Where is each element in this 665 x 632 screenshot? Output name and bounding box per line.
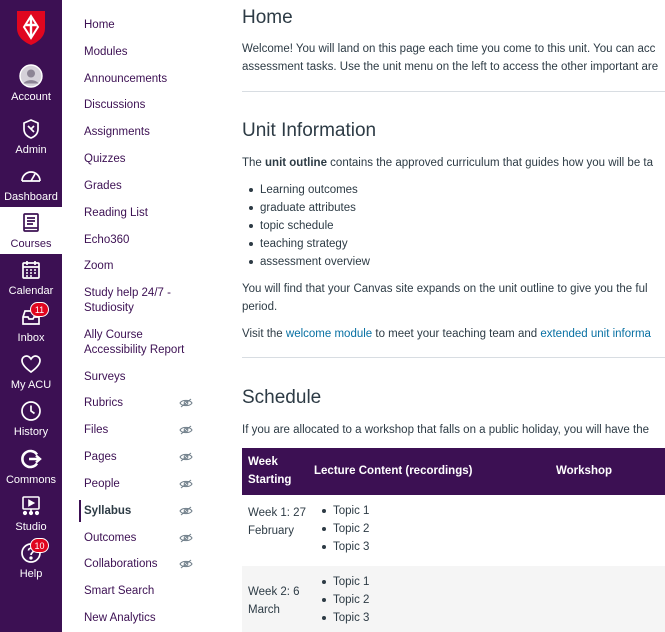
nav-label-account: Account [11,91,51,103]
account-icon [19,64,43,88]
course-nav-assignments[interactable]: Assignments [84,125,204,140]
expands-text-line-2: period. [242,301,278,313]
course-nav-home[interactable]: Home [84,18,204,33]
course-nav-smart-search[interactable]: Smart Search [84,584,204,599]
table-row: Week 2: 6 March Topic 1 Topic 2 Topic 3 [242,566,665,632]
global-navigation: Account Admin Dashboard Courses Calendar… [0,0,62,632]
eye-hidden-icon [179,398,193,408]
help-badge: 10 [30,538,49,553]
nav-label-admin: Admin [15,144,47,156]
outline-list: Learning outcomes graduate attributes to… [247,181,370,271]
acu-logo-icon[interactable] [14,8,48,46]
list-item: Learning outcomes [247,181,370,199]
course-nav-echo360[interactable]: Echo360 [84,233,204,248]
course-nav-reading-list[interactable]: Reading List [84,206,204,221]
nav-label-courses: Courses [10,238,52,250]
welcome-text-line-2: assessment tasks. Use the unit menu on t… [242,61,659,73]
nav-label-help: Help [19,568,43,580]
history-clock-icon [21,401,41,421]
page-content: Home Welcome! You will land on this page… [242,0,665,632]
course-nav-studiosity[interactable]: Study help 24/7 - Studiosity [84,286,184,316]
nav-dashboard[interactable]: Dashboard [0,160,62,207]
course-nav-grades[interactable]: Grades [84,179,204,194]
column-header-week: Week Starting [248,456,292,486]
unit-outline-bold: unit outline [265,157,327,169]
welcome-module-link[interactable]: welcome module [286,328,372,340]
courses-book-icon [23,213,39,232]
course-nav-discussions[interactable]: Discussions [84,98,204,113]
course-nav-zoom[interactable]: Zoom [84,259,204,274]
studio-icon [22,496,40,516]
eye-hidden-icon [179,506,193,516]
topic-item: Topic 2 [319,520,369,538]
page-title: Home [242,7,293,28]
dashboard-icon [21,171,41,182]
section-divider [242,357,665,358]
admin-shield-icon [23,119,39,139]
commons-icon [21,449,42,469]
extended-unit-information-link[interactable]: extended unit informa [540,328,651,340]
week-cell: Week 1: 27 February [248,507,306,537]
nav-label-studio: Studio [15,521,47,533]
nav-label-history: History [13,426,49,438]
topic-item: Topic 1 [319,573,369,591]
nav-inbox[interactable]: 11 Inbox [0,301,62,348]
nav-my-acu[interactable]: My ACU [0,348,62,395]
course-nav-announcements[interactable]: Announcements [84,72,204,87]
course-nav-quizzes[interactable]: Quizzes [84,152,204,167]
topic-item: Topic 3 [319,609,369,627]
nav-courses[interactable]: Courses [0,207,62,254]
nav-studio[interactable]: Studio [0,490,62,537]
nav-label-inbox: Inbox [17,332,45,344]
topic-item: Topic 1 [319,502,369,520]
nav-label-my-acu: My ACU [10,379,52,391]
eye-hidden-icon [179,452,193,462]
nav-admin[interactable]: Admin [0,113,62,160]
inbox-unread-badge: 11 [30,302,49,317]
topic-item: Topic 2 [319,591,369,609]
nav-help[interactable]: 10 Help [0,537,62,584]
topic-list: Topic 1 Topic 2 Topic 3 [319,502,369,556]
list-item: teaching strategy [247,235,370,253]
course-nav-surveys[interactable]: Surveys [84,370,204,385]
course-navigation: Home Modules Announcements Discussions A… [62,0,208,632]
eye-hidden-icon [179,425,193,435]
nav-label-calendar: Calendar [8,285,54,297]
nav-calendar[interactable]: Calendar [0,254,62,301]
nav-label-dashboard: Dashboard [4,191,58,203]
nav-account[interactable]: Account [0,60,62,107]
unit-outline-text: The unit outline contains the approved c… [242,157,653,169]
active-item-indicator [79,500,81,522]
expands-text-line-1: You will find that your Canvas site expa… [242,283,648,295]
week-cell: Week 2: 6 March [248,586,300,616]
nav-history[interactable]: History [0,395,62,442]
topic-list: Topic 1 Topic 2 Topic 3 [319,573,369,627]
visit-text: Visit the welcome module to meet your te… [242,328,651,340]
table-header-row: Week Starting Lecture Content (recording… [242,448,665,495]
nav-commons[interactable]: Commons [0,443,62,490]
nav-label-commons: Commons [5,474,57,486]
table-row: Week 1: 27 February Topic 1 Topic 2 Topi… [242,495,665,566]
topic-item: Topic 3 [319,538,369,556]
eye-hidden-icon [179,559,193,569]
schedule-intro-text: If you are allocated to a workshop that … [242,424,649,436]
calendar-icon [22,261,40,279]
list-item: assessment overview [247,253,370,271]
unit-information-heading: Unit Information [242,120,377,141]
eye-hidden-icon [179,533,193,543]
schedule-heading: Schedule [242,387,322,408]
section-divider [242,91,665,92]
column-header-workshop: Workshop [556,465,613,477]
eye-hidden-icon [179,479,193,489]
list-item: topic schedule [247,217,370,235]
column-header-lecture: Lecture Content (recordings) [314,465,473,477]
list-item: graduate attributes [247,199,370,217]
welcome-text-line-1: Welcome! You will land on this page each… [242,43,656,55]
course-nav-ally-report[interactable]: Ally Course Accessibility Report [84,328,204,358]
heart-icon [21,355,41,374]
course-nav-modules[interactable]: Modules [84,45,204,60]
course-nav-new-analytics[interactable]: New Analytics [84,611,204,626]
